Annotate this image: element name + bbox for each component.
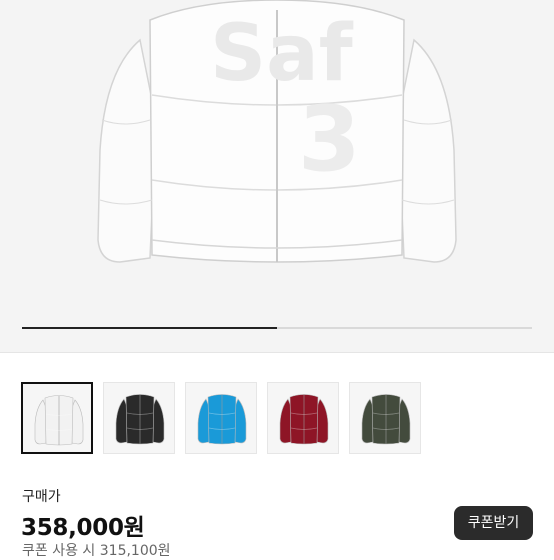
jacket-thumbnail-image (34, 395, 84, 446)
thumbnail-black[interactable] (103, 382, 175, 454)
jacket-thumbnail-image (197, 394, 247, 445)
thumbnail-white[interactable] (21, 382, 93, 454)
thumbnail-olive[interactable] (349, 382, 421, 454)
purchase-price: 358,000원 (21, 515, 145, 541)
thumbnail-sky-blue[interactable] (185, 382, 257, 454)
hero-logo-number: 3 (298, 87, 361, 192)
product-image[interactable]: Saf 3 (0, 0, 554, 352)
divider (0, 352, 554, 353)
purchase-price-label: 구매가 (22, 489, 61, 505)
coupon-price-text: 쿠폰 사용 시 315,100원 (22, 543, 171, 559)
carousel-progress-fill (22, 327, 277, 329)
thumbnail-burgundy[interactable] (267, 382, 339, 454)
jacket-thumbnail-image (361, 394, 411, 445)
jacket-illustration: Saf 3 (97, 0, 457, 263)
jacket-thumbnail-image (279, 394, 329, 445)
carousel-progress (22, 327, 532, 329)
jacket-thumbnail-image (115, 394, 165, 445)
get-coupon-button[interactable]: 쿠폰받기 (454, 506, 533, 540)
hero-logo-text: Saf (210, 9, 354, 99)
